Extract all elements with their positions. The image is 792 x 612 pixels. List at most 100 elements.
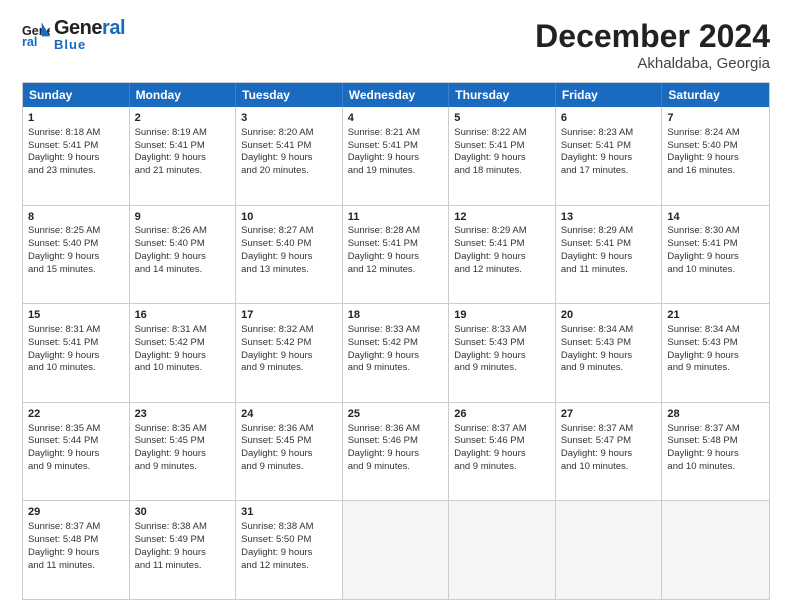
calendar-day-5: 5Sunrise: 8:22 AMSunset: 5:41 PMDaylight… bbox=[449, 107, 556, 205]
calendar-day-9: 9Sunrise: 8:26 AMSunset: 5:40 PMDaylight… bbox=[130, 206, 237, 304]
calendar-day-8: 8Sunrise: 8:25 AMSunset: 5:40 PMDaylight… bbox=[23, 206, 130, 304]
day-info-line: and 13 minutes. bbox=[241, 264, 337, 277]
day-info-line: Sunrise: 8:36 AM bbox=[241, 423, 337, 436]
day-info-line: Sunset: 5:43 PM bbox=[454, 337, 550, 350]
day-number: 30 bbox=[135, 505, 231, 520]
day-info-line: and 17 minutes. bbox=[561, 165, 657, 178]
day-number: 16 bbox=[135, 308, 231, 323]
day-info-line: Daylight: 9 hours bbox=[135, 350, 231, 363]
day-info-line: Daylight: 9 hours bbox=[135, 152, 231, 165]
title-section: December 2024 Akhaldaba, Georgia bbox=[535, 18, 770, 72]
calendar-day-20: 20Sunrise: 8:34 AMSunset: 5:43 PMDayligh… bbox=[556, 304, 663, 402]
calendar-empty-cell bbox=[556, 501, 663, 599]
day-info-line: Sunrise: 8:37 AM bbox=[667, 423, 764, 436]
day-info-line: Sunset: 5:40 PM bbox=[28, 238, 124, 251]
calendar: SundayMondayTuesdayWednesdayThursdayFrid… bbox=[22, 82, 770, 600]
day-number: 23 bbox=[135, 407, 231, 422]
day-info-line: Sunset: 5:46 PM bbox=[454, 435, 550, 448]
day-info-line: Sunrise: 8:28 AM bbox=[348, 225, 444, 238]
day-info-line: Sunrise: 8:27 AM bbox=[241, 225, 337, 238]
svg-text:ral: ral bbox=[22, 35, 37, 49]
calendar-day-14: 14Sunrise: 8:30 AMSunset: 5:41 PMDayligh… bbox=[662, 206, 769, 304]
logo-line1: General bbox=[54, 18, 125, 38]
day-info-line: Sunset: 5:45 PM bbox=[135, 435, 231, 448]
day-info-line: Daylight: 9 hours bbox=[28, 547, 124, 560]
day-number: 10 bbox=[241, 210, 337, 225]
day-info-line: and 10 minutes. bbox=[135, 362, 231, 375]
day-number: 31 bbox=[241, 505, 337, 520]
day-info-line: Daylight: 9 hours bbox=[561, 152, 657, 165]
day-info-line: Daylight: 9 hours bbox=[241, 350, 337, 363]
day-info-line: Daylight: 9 hours bbox=[561, 350, 657, 363]
calendar-day-19: 19Sunrise: 8:33 AMSunset: 5:43 PMDayligh… bbox=[449, 304, 556, 402]
calendar-day-24: 24Sunrise: 8:36 AMSunset: 5:45 PMDayligh… bbox=[236, 403, 343, 501]
day-info-line: and 9 minutes. bbox=[667, 362, 764, 375]
day-info-line: Sunrise: 8:23 AM bbox=[561, 127, 657, 140]
day-number: 20 bbox=[561, 308, 657, 323]
day-info-line: Sunrise: 8:37 AM bbox=[561, 423, 657, 436]
header: Gene ral General Blue December 2024 Akha… bbox=[22, 18, 770, 72]
day-info-line: Sunset: 5:45 PM bbox=[241, 435, 337, 448]
day-number: 13 bbox=[561, 210, 657, 225]
calendar-body: 1Sunrise: 8:18 AMSunset: 5:41 PMDaylight… bbox=[23, 107, 769, 599]
day-info-line: Sunrise: 8:21 AM bbox=[348, 127, 444, 140]
calendar-empty-cell bbox=[662, 501, 769, 599]
day-number: 24 bbox=[241, 407, 337, 422]
header-day-friday: Friday bbox=[556, 83, 663, 107]
day-info-line: Sunrise: 8:38 AM bbox=[241, 521, 337, 534]
day-info-line: and 9 minutes. bbox=[241, 362, 337, 375]
day-info-line: Sunrise: 8:34 AM bbox=[561, 324, 657, 337]
day-info-line: Sunset: 5:41 PM bbox=[454, 238, 550, 251]
day-number: 19 bbox=[454, 308, 550, 323]
day-info-line: and 9 minutes. bbox=[135, 461, 231, 474]
day-info-line: Sunset: 5:40 PM bbox=[241, 238, 337, 251]
day-info-line: Daylight: 9 hours bbox=[28, 251, 124, 264]
header-day-thursday: Thursday bbox=[449, 83, 556, 107]
page: Gene ral General Blue December 2024 Akha… bbox=[0, 0, 792, 612]
day-info-line: Sunset: 5:50 PM bbox=[241, 534, 337, 547]
day-info-line: Sunset: 5:41 PM bbox=[667, 238, 764, 251]
calendar-week-4: 22Sunrise: 8:35 AMSunset: 5:44 PMDayligh… bbox=[23, 402, 769, 501]
day-info-line: and 20 minutes. bbox=[241, 165, 337, 178]
day-info-line: and 9 minutes. bbox=[28, 461, 124, 474]
day-info-line: Daylight: 9 hours bbox=[561, 251, 657, 264]
day-info-line: and 12 minutes. bbox=[454, 264, 550, 277]
day-info-line: Sunset: 5:41 PM bbox=[241, 140, 337, 153]
day-info-line: Sunset: 5:42 PM bbox=[348, 337, 444, 350]
calendar-day-26: 26Sunrise: 8:37 AMSunset: 5:46 PMDayligh… bbox=[449, 403, 556, 501]
calendar-header: SundayMondayTuesdayWednesdayThursdayFrid… bbox=[23, 83, 769, 107]
day-info-line: Sunrise: 8:31 AM bbox=[28, 324, 124, 337]
day-info-line: Daylight: 9 hours bbox=[241, 251, 337, 264]
calendar-day-10: 10Sunrise: 8:27 AMSunset: 5:40 PMDayligh… bbox=[236, 206, 343, 304]
day-number: 21 bbox=[667, 308, 764, 323]
calendar-day-25: 25Sunrise: 8:36 AMSunset: 5:46 PMDayligh… bbox=[343, 403, 450, 501]
day-info-line: Daylight: 9 hours bbox=[241, 448, 337, 461]
day-info-line: Sunrise: 8:24 AM bbox=[667, 127, 764, 140]
day-info-line: Daylight: 9 hours bbox=[454, 448, 550, 461]
day-info-line: Sunset: 5:48 PM bbox=[28, 534, 124, 547]
day-number: 15 bbox=[28, 308, 124, 323]
day-info-line: and 15 minutes. bbox=[28, 264, 124, 277]
calendar-empty-cell bbox=[449, 501, 556, 599]
day-info-line: Sunset: 5:41 PM bbox=[135, 140, 231, 153]
day-info-line: and 11 minutes. bbox=[561, 264, 657, 277]
day-info-line: Daylight: 9 hours bbox=[561, 448, 657, 461]
day-info-line: and 12 minutes. bbox=[241, 560, 337, 573]
day-info-line: and 9 minutes. bbox=[454, 362, 550, 375]
day-number: 25 bbox=[348, 407, 444, 422]
day-number: 29 bbox=[28, 505, 124, 520]
day-info-line: Daylight: 9 hours bbox=[28, 350, 124, 363]
day-info-line: and 19 minutes. bbox=[348, 165, 444, 178]
calendar-day-2: 2Sunrise: 8:19 AMSunset: 5:41 PMDaylight… bbox=[130, 107, 237, 205]
calendar-week-5: 29Sunrise: 8:37 AMSunset: 5:48 PMDayligh… bbox=[23, 500, 769, 599]
header-day-sunday: Sunday bbox=[23, 83, 130, 107]
day-info-line: Sunrise: 8:37 AM bbox=[454, 423, 550, 436]
day-number: 5 bbox=[454, 111, 550, 126]
calendar-empty-cell bbox=[343, 501, 450, 599]
day-info-line: and 10 minutes. bbox=[561, 461, 657, 474]
calendar-week-1: 1Sunrise: 8:18 AMSunset: 5:41 PMDaylight… bbox=[23, 107, 769, 205]
day-info-line: and 16 minutes. bbox=[667, 165, 764, 178]
calendar-day-18: 18Sunrise: 8:33 AMSunset: 5:42 PMDayligh… bbox=[343, 304, 450, 402]
day-number: 4 bbox=[348, 111, 444, 126]
calendar-day-22: 22Sunrise: 8:35 AMSunset: 5:44 PMDayligh… bbox=[23, 403, 130, 501]
